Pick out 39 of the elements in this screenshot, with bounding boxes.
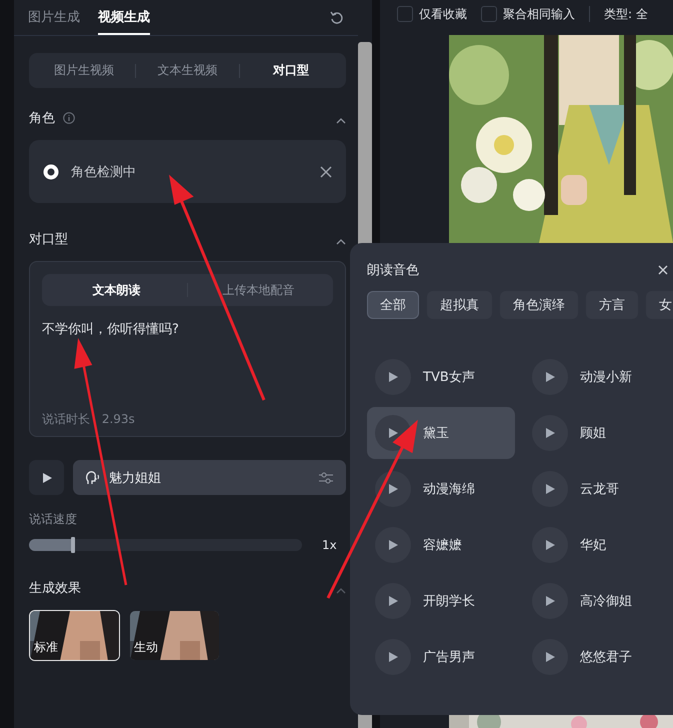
script-text[interactable]: 不学你叫，你听得懂吗? [42,320,333,411]
voice-item[interactable]: 黛玉 [367,407,515,459]
voice-item[interactable]: 高冷御姐 [524,575,672,627]
speed-value: 1x [322,538,338,552]
source-tab[interactable]: 文本朗读 [46,282,187,298]
category-tab[interactable]: 超拟真 [427,291,492,319]
voice-item[interactable]: 云龙哥 [524,463,672,515]
section-title: 对口型 [29,231,68,248]
mode-tab[interactable]: 对口型 [240,62,342,79]
effect-option[interactable]: 标准 [29,610,120,661]
tab[interactable]: 图片生成 [28,0,80,35]
checkbox-label: 聚合相同输入 [503,6,575,22]
voice-item[interactable]: 华妃 [524,519,672,571]
type-filter[interactable]: 类型: 全 [604,6,648,22]
category-tab[interactable]: 全部 [367,291,419,319]
effect-option[interactable]: 生动 [129,610,220,661]
popup-title: 朗读音色 [367,262,419,279]
voice-item[interactable]: 动漫小新 [524,351,672,403]
category-tab[interactable]: 角色演绎 [500,291,578,319]
status-text: 角色检测中 [71,164,137,180]
category-tab[interactable]: 女 [646,291,673,319]
voice-item[interactable]: 容嬷嬷 [367,519,515,571]
speed-label: 说话速度 [29,511,78,528]
section-title: 角色 [29,110,55,127]
tab[interactable]: 视频生成 [98,0,150,35]
source-tab[interactable]: 上传本地配音 [188,282,329,298]
voice-item[interactable]: TVB女声 [367,351,515,403]
voice-item[interactable]: 悠悠君子 [524,631,672,683]
mode-tab[interactable]: 文本生视频 [136,62,239,79]
checkbox-label: 仅看收藏 [419,6,467,22]
section-title: 生成效果 [29,580,81,597]
voice-item[interactable]: 顾姐 [524,407,672,459]
mode-tab[interactable]: 图片生视频 [33,62,136,79]
voice-selector[interactable]: 魅力姐姐 [73,460,346,495]
voice-item[interactable]: 广告男声 [367,631,515,683]
voice-item[interactable]: 开朗学长 [367,575,515,627]
category-tab[interactable]: 方言 [586,291,638,319]
voice-item[interactable]: 动漫海绵 [367,463,515,515]
duration-text: 说话时长 2.93s [42,411,136,428]
